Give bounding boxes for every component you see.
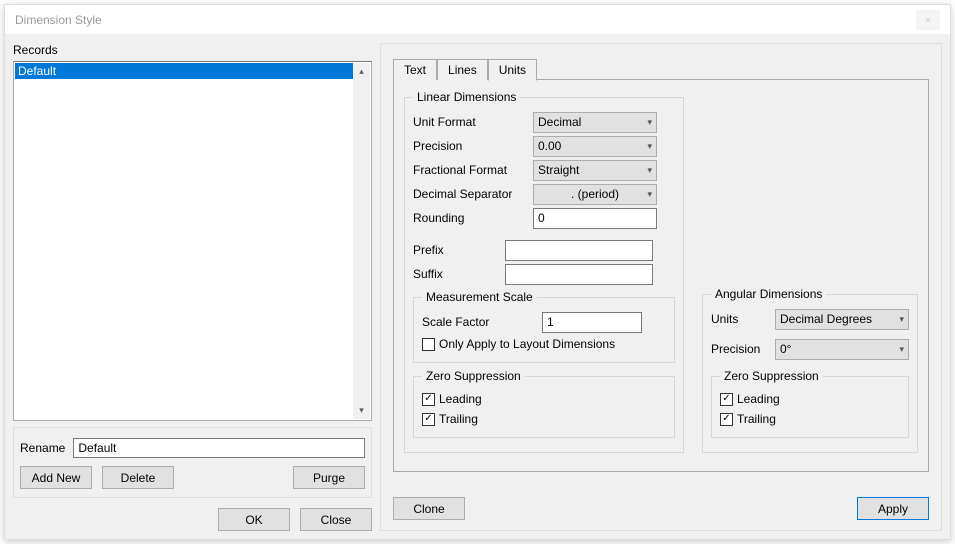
close-icon[interactable]: × bbox=[916, 10, 940, 30]
fractional-format-select[interactable]: Straight ▾ bbox=[533, 160, 657, 181]
chevron-down-icon: ▾ bbox=[899, 344, 904, 355]
scale-factor-input[interactable] bbox=[542, 312, 642, 333]
dialog-body: Records Default ▴ ▾ Rename Add New Delet… bbox=[5, 35, 950, 539]
angular-leading-label: Leading bbox=[737, 392, 780, 406]
zero-suppression-linear-group: Zero Suppression ✓ Leading ✓ Trailing bbox=[413, 369, 675, 438]
zero-angular-legend: Zero Suppression bbox=[720, 369, 823, 383]
unit-format-select[interactable]: Decimal ▾ bbox=[533, 112, 657, 133]
scroll-down-icon[interactable]: ▾ bbox=[353, 402, 370, 419]
angular-units-label: Units bbox=[711, 312, 771, 326]
right-bottom-row: Clone Apply bbox=[393, 487, 929, 520]
right-pane: Text Lines Units Linear Dimensions Unit … bbox=[380, 43, 942, 531]
rounding-label: Rounding bbox=[413, 211, 529, 225]
left-pane: Records Default ▴ ▾ Rename Add New Delet… bbox=[13, 43, 372, 531]
titlebar: Dimension Style × bbox=[5, 5, 950, 35]
leading-label: Leading bbox=[439, 392, 482, 406]
add-new-button[interactable]: Add New bbox=[20, 466, 92, 489]
zero-linear-legend: Zero Suppression bbox=[422, 369, 525, 383]
angular-trailing-checkbox[interactable]: ✓ bbox=[720, 413, 733, 426]
rename-label: Rename bbox=[20, 441, 65, 455]
linear-column: Linear Dimensions Unit Format Decimal ▾ … bbox=[404, 90, 684, 459]
records-label: Records bbox=[13, 43, 372, 57]
records-list[interactable]: Default ▴ ▾ bbox=[13, 61, 372, 421]
measurement-legend: Measurement Scale bbox=[422, 290, 537, 304]
trailing-checkbox[interactable]: ✓ bbox=[422, 413, 435, 426]
tab-text[interactable]: Text bbox=[393, 59, 437, 80]
prefix-label: Prefix bbox=[413, 243, 501, 257]
decimal-separator-select[interactable]: . (period) ▾ bbox=[533, 184, 657, 205]
tab-lines[interactable]: Lines bbox=[437, 59, 488, 80]
purge-button[interactable]: Purge bbox=[293, 466, 365, 489]
precision-label: Precision bbox=[413, 139, 529, 153]
window-title: Dimension Style bbox=[15, 13, 916, 27]
unit-format-label: Unit Format bbox=[413, 115, 529, 129]
scale-factor-label: Scale Factor bbox=[422, 315, 538, 329]
apply-button[interactable]: Apply bbox=[857, 497, 929, 520]
layout-only-checkbox[interactable] bbox=[422, 338, 435, 351]
ok-button[interactable]: OK bbox=[218, 508, 290, 531]
records-controls: Rename Add New Delete Purge bbox=[13, 427, 372, 498]
angular-precision-label: Precision bbox=[711, 342, 771, 356]
angular-leading-checkbox[interactable]: ✓ bbox=[720, 393, 733, 406]
angular-units-select[interactable]: Decimal Degrees ▾ bbox=[775, 309, 909, 330]
clone-button[interactable]: Clone bbox=[393, 497, 465, 520]
chevron-down-icon: ▾ bbox=[647, 117, 652, 128]
angular-trailing-label: Trailing bbox=[737, 412, 776, 426]
trailing-label: Trailing bbox=[439, 412, 478, 426]
chevron-down-icon: ▾ bbox=[647, 165, 652, 176]
chevron-down-icon: ▾ bbox=[899, 314, 904, 325]
rename-input[interactable] bbox=[73, 438, 365, 458]
linear-legend: Linear Dimensions bbox=[413, 90, 520, 104]
angular-dimensions-group: Angular Dimensions Units Decimal Degrees… bbox=[702, 287, 918, 453]
tabs: Text Lines Units bbox=[393, 58, 929, 80]
precision-select[interactable]: 0.00 ▾ bbox=[533, 136, 657, 157]
layout-only-label: Only Apply to Layout Dimensions bbox=[439, 337, 615, 351]
zero-suppression-angular-group: Zero Suppression ✓ Leading ✓ Trailing bbox=[711, 369, 909, 438]
prefix-input[interactable] bbox=[505, 240, 653, 261]
tab-units-content: Linear Dimensions Unit Format Decimal ▾ … bbox=[393, 80, 929, 472]
decimal-separator-label: Decimal Separator bbox=[413, 187, 529, 201]
chevron-down-icon: ▾ bbox=[647, 141, 652, 152]
dialog-left-bottom: OK Close bbox=[13, 508, 372, 531]
angular-legend: Angular Dimensions bbox=[711, 287, 826, 301]
tab-units[interactable]: Units bbox=[488, 59, 537, 81]
rounding-input[interactable] bbox=[533, 208, 657, 229]
dimension-style-dialog: Dimension Style × Records Default ▴ ▾ Re… bbox=[4, 4, 951, 540]
measurement-scale-group: Measurement Scale Scale Factor Only Appl… bbox=[413, 290, 675, 363]
scroll-up-icon[interactable]: ▴ bbox=[353, 63, 370, 80]
suffix-input[interactable] bbox=[505, 264, 653, 285]
delete-button[interactable]: Delete bbox=[102, 466, 174, 489]
chevron-down-icon: ▾ bbox=[647, 189, 652, 200]
close-button[interactable]: Close bbox=[300, 508, 372, 531]
fractional-format-label: Fractional Format bbox=[413, 163, 529, 177]
leading-checkbox[interactable]: ✓ bbox=[422, 393, 435, 406]
records-list-item-selected[interactable]: Default bbox=[15, 63, 353, 79]
linear-dimensions-group: Linear Dimensions Unit Format Decimal ▾ … bbox=[404, 90, 684, 453]
suffix-label: Suffix bbox=[413, 267, 501, 281]
angular-precision-select[interactable]: 0° ▾ bbox=[775, 339, 909, 360]
scrollbar[interactable]: ▴ ▾ bbox=[353, 63, 370, 419]
angular-column: Angular Dimensions Units Decimal Degrees… bbox=[702, 90, 918, 459]
